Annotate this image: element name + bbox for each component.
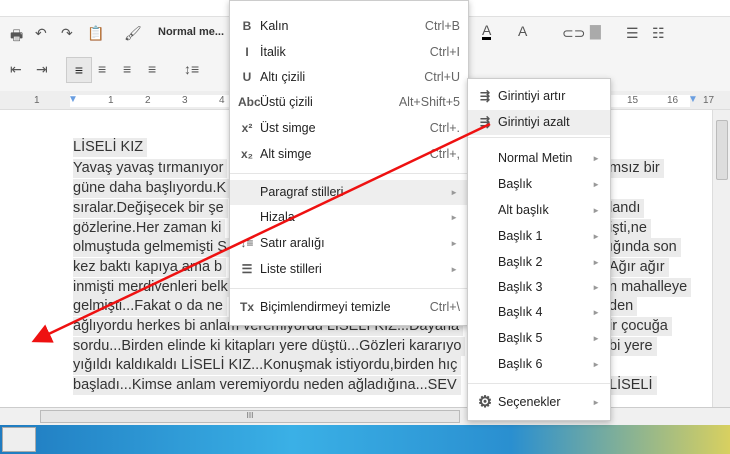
annotation-arrow: [31, 122, 491, 343]
